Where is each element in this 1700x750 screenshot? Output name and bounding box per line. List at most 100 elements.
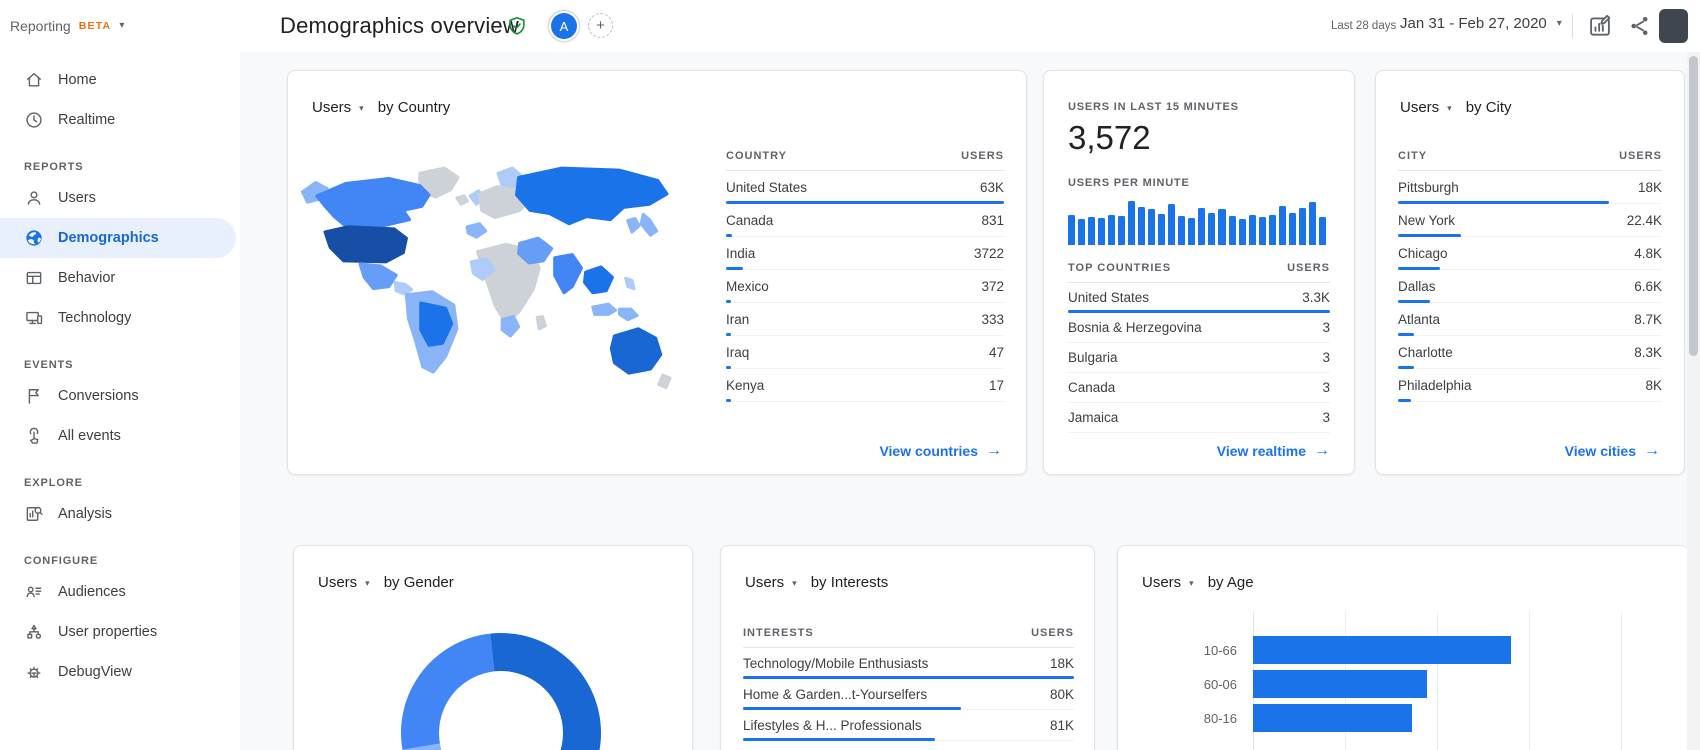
sidebar-item-audiences[interactable]: Audiences bbox=[0, 572, 240, 612]
analysis-icon bbox=[24, 504, 44, 524]
sidebar-item-technology[interactable]: Technology bbox=[0, 298, 240, 338]
row-label: India bbox=[726, 245, 756, 261]
top-app-bar: Reporting BETA ▾ Demographics overview A… bbox=[0, 0, 1700, 52]
sidebar-item-behavior[interactable]: Behavior bbox=[0, 258, 240, 298]
arrow-right-icon: → bbox=[986, 442, 1002, 459]
row-value: 372 bbox=[981, 278, 1004, 294]
table-row: United States 63K bbox=[726, 171, 1004, 204]
table-row: Lifestyles & H... Professionals 81K bbox=[743, 710, 1074, 741]
table-row: Charlotte 8.3K bbox=[1398, 336, 1662, 369]
technology-icon bbox=[24, 308, 44, 328]
row-label: Pittsburgh bbox=[1398, 179, 1459, 195]
nav-section-header: REPORTS bbox=[24, 161, 84, 173]
tap-icon bbox=[24, 426, 44, 446]
per-minute-bar bbox=[1108, 214, 1116, 245]
date-range-selector[interactable]: Jan 31 - Feb 27, 2020 ▾ bbox=[1400, 15, 1562, 32]
table-row: Jamaica 3 bbox=[1068, 403, 1330, 433]
product-switcher[interactable]: Reporting BETA ▾ bbox=[10, 0, 124, 52]
share-icon[interactable] bbox=[1627, 13, 1653, 39]
metric-selector[interactable]: Users bbox=[318, 574, 357, 591]
dimension-label: by City bbox=[1465, 99, 1512, 116]
sidebar-item-user-properties[interactable]: User properties bbox=[0, 612, 240, 652]
sidebar-item-label: Demographics bbox=[58, 230, 159, 246]
row-label: Atlanta bbox=[1398, 311, 1441, 327]
sidebar-item-realtime[interactable]: Realtime bbox=[0, 100, 240, 140]
table-header: TOP COUNTRIES USERS bbox=[1068, 253, 1330, 283]
table-row: Kenya 17 bbox=[726, 369, 1004, 402]
sidebar-item-demographics[interactable]: Demographics bbox=[0, 218, 236, 258]
nav-section-header: EXPLORE bbox=[24, 477, 83, 489]
sidebar-nav: Home Realtime REPORTS Users Demographics Beha… bbox=[0, 52, 240, 750]
row-label: Iraq bbox=[726, 344, 750, 360]
clock-icon bbox=[24, 110, 44, 130]
dimension-label: by Gender bbox=[383, 574, 454, 591]
sidebar-item-analysis[interactable]: Analysis bbox=[0, 494, 240, 534]
shield-check-icon bbox=[506, 15, 528, 37]
sidebar-item-debugview[interactable]: DebugView bbox=[0, 652, 240, 692]
column-header: COUNTRY bbox=[726, 149, 787, 162]
sidebar-item-all-events[interactable]: All events bbox=[0, 416, 240, 456]
flag-icon bbox=[24, 386, 44, 406]
row-progress-bar bbox=[726, 399, 731, 402]
chevron-down-icon: ▾ bbox=[365, 578, 370, 588]
chevron-down-icon: ▾ bbox=[119, 20, 125, 31]
per-minute-bar bbox=[1268, 215, 1276, 245]
per-minute-bar bbox=[1208, 213, 1216, 245]
row-value: 3 bbox=[1322, 380, 1330, 395]
row-value: 80K bbox=[1049, 686, 1074, 702]
view-realtime-link[interactable]: View realtime → bbox=[1217, 442, 1330, 460]
realtime-title: USERS IN LAST 15 MINUTES bbox=[1068, 101, 1239, 113]
column-header: USERS bbox=[961, 149, 1004, 162]
sidebar-item-label: User properties bbox=[58, 624, 158, 640]
table-row: Iraq 47 bbox=[726, 336, 1004, 369]
gender-donut-chart bbox=[401, 633, 601, 750]
table-row: India 3722 bbox=[726, 237, 1004, 270]
home-icon bbox=[24, 70, 44, 90]
sidebar-item-label: Conversions bbox=[58, 388, 139, 404]
sidebar-item-users[interactable]: Users bbox=[0, 178, 240, 218]
table-row: Home & Garden...t-Yourselfers 80K bbox=[743, 679, 1074, 710]
per-minute-bar bbox=[1088, 217, 1096, 245]
view-cities-link[interactable]: View cities → bbox=[1565, 442, 1660, 460]
row-value: 4.8K bbox=[1634, 245, 1662, 261]
column-header: INTERESTS bbox=[743, 626, 814, 639]
table-row: Technology/Mobile Enthusiasts 18K bbox=[743, 648, 1074, 679]
row-label: Charlotte bbox=[1398, 344, 1453, 360]
users-by-interests-card: Users ▾ by Interests INTERESTS USERS Tec… bbox=[720, 545, 1095, 750]
top-countries-table: TOP COUNTRIES USERS United States 3.3K Bos… bbox=[1068, 253, 1330, 433]
age-bar bbox=[1253, 636, 1511, 664]
sidebar-item-label: All events bbox=[58, 428, 121, 444]
age-bar-row: 80-16 bbox=[1142, 701, 1662, 735]
row-label: Technology/Mobile Enthusiasts bbox=[743, 655, 929, 671]
per-minute-bar bbox=[1128, 200, 1136, 245]
card-title: Users ▾ by City bbox=[1400, 99, 1512, 116]
sidebar-item-home[interactable]: Home bbox=[0, 60, 240, 100]
table-header: CITY USERS bbox=[1398, 141, 1662, 171]
add-comparison-button[interactable]: + bbox=[588, 13, 613, 38]
insights-icon[interactable] bbox=[1659, 9, 1688, 43]
product-label: Reporting bbox=[10, 18, 71, 34]
metric-selector[interactable]: Users bbox=[1142, 574, 1181, 591]
metric-selector[interactable]: Users bbox=[745, 574, 784, 591]
row-label: Jamaica bbox=[1068, 410, 1119, 425]
link-label: View cities bbox=[1564, 443, 1636, 459]
age-bar-chart: 10-66 60-06 80-16 bbox=[1142, 611, 1662, 750]
scrollbar-thumb[interactable] bbox=[1689, 56, 1698, 356]
column-header: TOP COUNTRIES bbox=[1068, 261, 1172, 274]
row-value: 333 bbox=[981, 311, 1004, 327]
avatar[interactable]: A bbox=[551, 13, 577, 39]
view-countries-link[interactable]: View countries → bbox=[879, 442, 1002, 460]
sidebar-item-conversions[interactable]: Conversions bbox=[0, 376, 240, 416]
card-title: Users ▾ by Gender bbox=[318, 574, 454, 591]
table-row: Atlanta 8.7K bbox=[1398, 303, 1662, 336]
row-value: 22.4K bbox=[1626, 212, 1662, 228]
metric-selector[interactable]: Users bbox=[1400, 99, 1439, 116]
row-progress-bar bbox=[1398, 399, 1412, 402]
metric-selector[interactable]: Users bbox=[312, 99, 351, 116]
row-progress-bar bbox=[743, 738, 935, 741]
customize-report-icon[interactable] bbox=[1587, 13, 1613, 39]
page-title: Demographics overview bbox=[280, 13, 519, 38]
row-label: Iran bbox=[726, 311, 750, 327]
row-value: 6.6K bbox=[1634, 278, 1662, 294]
main-content: Users ▾ by Country COUNTRY USERS United … bbox=[240, 52, 1700, 750]
